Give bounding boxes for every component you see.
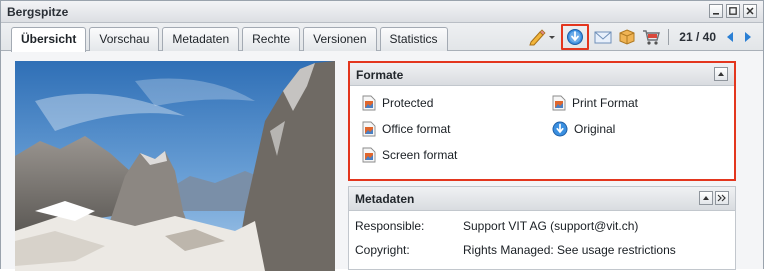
overview-content: Formate Protected Print Format Office fo… bbox=[1, 52, 763, 271]
double-chevron-right-icon bbox=[717, 194, 726, 202]
copyright-label: Copyright: bbox=[355, 243, 410, 257]
metadata-panel-header: Metadaten bbox=[349, 187, 735, 211]
image-file-icon bbox=[362, 95, 376, 111]
cart-button[interactable] bbox=[641, 27, 661, 47]
collapse-up-icon bbox=[718, 72, 724, 76]
tab-toolbar-row: Übersicht Vorschau Metadaten Rechte Vers… bbox=[1, 23, 763, 52]
tab-strip: Übersicht Vorschau Metadaten Rechte Vers… bbox=[11, 27, 448, 52]
toolbar-separator bbox=[668, 29, 670, 45]
package-button[interactable] bbox=[617, 27, 637, 47]
copyright-value: Rights Managed: See usage restrictions bbox=[463, 243, 676, 257]
next-arrow-icon bbox=[745, 32, 751, 42]
download-icon bbox=[552, 121, 568, 137]
previous-button[interactable] bbox=[723, 27, 737, 47]
package-icon bbox=[619, 29, 635, 45]
mountain-photo bbox=[15, 61, 335, 271]
download-icon bbox=[567, 29, 584, 45]
preview-image[interactable] bbox=[15, 61, 335, 271]
metadata-row-copyright: Copyright: Rights Managed: See usage res… bbox=[355, 243, 676, 257]
format-office-label: Office format bbox=[382, 122, 451, 136]
tab-statistics[interactable]: Statistics bbox=[379, 27, 448, 51]
asset-window: Bergspitze Übersicht Vorschau Metadaten … bbox=[0, 0, 764, 271]
metadata-panel: Metadaten Responsible: Support VIT AG (s… bbox=[348, 186, 736, 270]
right-gutter bbox=[741, 52, 763, 269]
pager-count: 21 / 40 bbox=[679, 30, 716, 44]
mail-icon bbox=[594, 31, 612, 44]
image-file-icon bbox=[362, 121, 376, 137]
cart-icon bbox=[643, 30, 661, 45]
tab-metadaten[interactable]: Metadaten bbox=[162, 27, 240, 51]
format-original-label: Original bbox=[574, 122, 616, 136]
format-office-link[interactable]: Office format bbox=[362, 121, 450, 137]
formats-panel: Formate Protected Print Format Office fo… bbox=[348, 61, 736, 181]
image-file-icon bbox=[552, 95, 566, 111]
image-file-icon bbox=[362, 147, 376, 163]
responsible-label: Responsible: bbox=[355, 219, 425, 233]
close-button[interactable] bbox=[743, 4, 757, 18]
title-bar[interactable]: Bergspitze bbox=[1, 1, 763, 23]
next-button[interactable] bbox=[741, 27, 755, 47]
metadata-collapse-button[interactable] bbox=[699, 191, 713, 205]
format-original-link[interactable]: Original bbox=[552, 121, 615, 137]
pencil-icon bbox=[529, 29, 556, 46]
metadata-panel-title: Metadaten bbox=[355, 192, 415, 206]
format-protected-label: Protected bbox=[382, 96, 434, 110]
toolbar: 21 / 40 bbox=[527, 24, 755, 50]
window-title: Bergspitze bbox=[7, 5, 69, 19]
metadata-expand-button[interactable] bbox=[715, 191, 729, 205]
format-protected-link[interactable]: Protected bbox=[362, 95, 433, 111]
close-icon bbox=[746, 7, 754, 15]
metadata-panel-controls bbox=[699, 191, 729, 205]
collapse-up-icon bbox=[703, 196, 709, 200]
window-controls bbox=[709, 4, 757, 18]
minimize-icon bbox=[713, 13, 719, 15]
tab-rechte[interactable]: Rechte bbox=[242, 27, 301, 51]
collapse-button[interactable] bbox=[714, 67, 728, 81]
download-button[interactable] bbox=[561, 24, 590, 50]
formats-panel-title: Formate bbox=[356, 68, 404, 82]
minimize-button[interactable] bbox=[709, 4, 723, 18]
maximize-button[interactable] bbox=[726, 4, 740, 18]
format-print-label: Print Format bbox=[572, 96, 639, 110]
format-screen-label: Screen format bbox=[382, 148, 458, 162]
tab-versionen[interactable]: Versionen bbox=[303, 27, 377, 51]
tab-uebersicht[interactable]: Übersicht bbox=[11, 27, 87, 52]
maximize-icon bbox=[729, 7, 737, 15]
tab-vorschau[interactable]: Vorschau bbox=[89, 27, 160, 51]
responsible-value: Support VIT AG (support@vit.ch) bbox=[463, 219, 639, 233]
metadata-row-responsible: Responsible: Support VIT AG (support@vit… bbox=[355, 219, 638, 233]
edit-button[interactable] bbox=[527, 27, 557, 47]
mail-button[interactable] bbox=[593, 27, 613, 47]
prev-arrow-icon bbox=[727, 32, 733, 42]
formats-panel-controls bbox=[714, 67, 728, 81]
format-screen-link[interactable]: Screen format bbox=[362, 147, 457, 163]
formats-panel-header: Formate bbox=[350, 63, 734, 86]
format-print-link[interactable]: Print Format bbox=[552, 95, 638, 111]
